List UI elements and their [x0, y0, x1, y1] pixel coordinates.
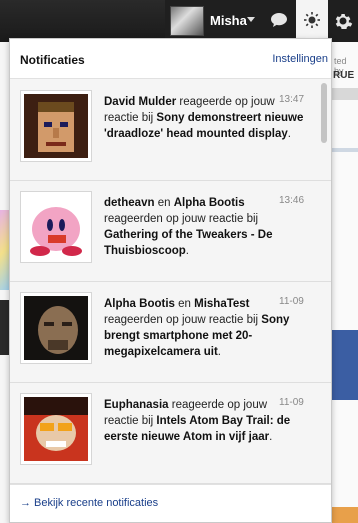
notifications-icon — [304, 12, 320, 28]
settings-button[interactable] — [328, 0, 358, 42]
top-bar-left — [0, 0, 165, 42]
chevron-down-icon[interactable] — [247, 17, 255, 22]
background-logo: RUE — [333, 70, 355, 81]
actor-name[interactable]: MishaTest — [194, 298, 249, 310]
notification-text: Alpha Bootis en MishaTest reageerden op … — [104, 296, 304, 360]
actor-name[interactable]: Euphanasia — [104, 399, 169, 411]
notification-time: 11-09 — [279, 296, 304, 307]
avatar[interactable] — [20, 90, 92, 162]
actor-name[interactable]: Alpha Bootis — [104, 298, 175, 310]
notification-end: . — [217, 346, 221, 358]
panel-pointer — [305, 31, 319, 38]
actor-name[interactable]: David Mulder — [104, 96, 176, 108]
avatar[interactable] — [20, 191, 92, 263]
notification-verb: reageerden op jouw reactie bij — [104, 213, 259, 225]
avatar[interactable] — [20, 292, 92, 364]
notification-time: 11-09 — [279, 397, 304, 408]
actor-name[interactable]: detheavn — [104, 197, 155, 209]
chat-button[interactable] — [263, 0, 295, 42]
notification-connector: en — [178, 298, 191, 310]
view-recent-notifications-link[interactable]: → Bekijk recente notificaties — [20, 497, 158, 509]
background-page-right — [331, 42, 358, 523]
notification-text: detheavn en Alpha Bootis reageerden op j… — [104, 195, 304, 259]
notification-verb: reageerden op jouw reactie bij — [104, 314, 259, 326]
avatar[interactable] — [20, 393, 92, 465]
gear-icon — [335, 14, 353, 29]
settings-link[interactable]: Instellingen — [272, 53, 328, 65]
avatar-image — [24, 397, 88, 461]
notification-end: . — [287, 128, 291, 140]
avatar-image — [24, 296, 88, 360]
notification-time: 13:47 — [279, 94, 305, 105]
avatar-image — [24, 195, 88, 259]
actor-name[interactable]: Alpha Bootis — [174, 197, 245, 209]
notification-end: . — [269, 431, 273, 443]
background-image — [331, 507, 358, 523]
panel-header: Notificaties Instellingen — [10, 39, 331, 79]
notification-end: . — [185, 245, 189, 257]
background-band — [331, 88, 358, 100]
background-image — [331, 330, 358, 400]
notification-list: David Mulder reageerde op jouw reactie b… — [10, 80, 331, 500]
notification-item[interactable]: David Mulder reageerde op jouw reactie b… — [10, 80, 331, 181]
notification-item[interactable]: Alpha Bootis en MishaTest reageerden op … — [10, 282, 331, 383]
avatar-image — [24, 94, 88, 158]
scrollbar[interactable] — [321, 83, 327, 143]
notification-text: Euphanasia reageerde op jouw reactie bij… — [104, 397, 304, 445]
panel-footer: → Bekijk recente notificaties — [10, 484, 331, 522]
notification-text: David Mulder reageerde op jouw reactie b… — [104, 94, 304, 142]
notification-time: 13:46 — [279, 195, 305, 206]
chat-icon — [271, 13, 287, 27]
background-band — [331, 148, 358, 152]
panel-title: Notificaties — [20, 53, 85, 67]
user-name[interactable]: Misha — [210, 13, 247, 28]
notification-connector: en — [157, 197, 171, 209]
notifications-panel: Notificaties Instellingen David Mulder r… — [9, 38, 332, 523]
notification-item[interactable]: detheavn en Alpha Bootis reageerden op j… — [10, 181, 331, 282]
notification-item[interactable]: Euphanasia reageerde op jouw reactie bij… — [10, 383, 331, 484]
user-avatar[interactable] — [170, 6, 204, 36]
